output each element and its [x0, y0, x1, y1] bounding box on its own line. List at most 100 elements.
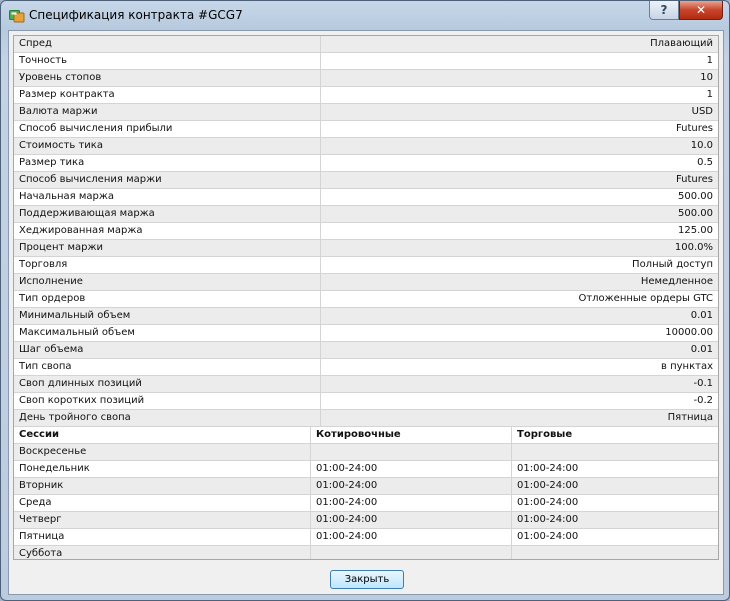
- spec-label: Способ вычисления прибыли: [14, 120, 321, 138]
- spec-value: 1: [320, 52, 718, 70]
- spec-row[interactable]: Минимальный объем 0.01: [14, 307, 718, 325]
- spec-row[interactable]: Торговля Полный доступ: [14, 256, 718, 274]
- spec-row[interactable]: Спред Плавающий: [14, 36, 718, 53]
- spec-row[interactable]: Уровень стопов 10: [14, 69, 718, 87]
- spec-value: Полный доступ: [320, 256, 718, 274]
- spec-value: 10000.00: [320, 324, 718, 342]
- spec-label: Размер тика: [14, 154, 321, 172]
- trade-session: 01:00-24:00: [511, 494, 718, 512]
- spec-value: 0.01: [320, 341, 718, 359]
- spec-value: 0.5: [320, 154, 718, 172]
- spec-label: Исполнение: [14, 273, 321, 291]
- spec-row[interactable]: Шаг объема 0.01: [14, 341, 718, 359]
- close-window-button[interactable]: ✕: [679, 1, 723, 20]
- spec-row[interactable]: Процент маржи 100.0%: [14, 239, 718, 257]
- session-day: Вторник: [14, 477, 311, 495]
- sessions-header-row: Сессии Котировочные Торговые: [14, 427, 718, 444]
- spec-value: 10.0: [320, 137, 718, 155]
- spec-row[interactable]: Способ вычисления маржи Futures: [14, 171, 718, 189]
- session-day: Понедельник: [14, 460, 311, 478]
- dialog-client: Спред Плавающий Точность 1 Уровень стопов 10 Р…: [8, 30, 724, 595]
- spec-label: Своп длинных позиций: [14, 375, 321, 393]
- spec-label: Спред: [14, 36, 321, 53]
- spec-value: Отложенные ордеры GTC: [320, 290, 718, 308]
- session-row[interactable]: Воскресенье: [14, 443, 718, 461]
- spec-value: 0.01: [320, 307, 718, 325]
- spec-label: Стоимость тика: [14, 137, 321, 155]
- spec-row[interactable]: Размер тика 0.5: [14, 154, 718, 172]
- spec-label: Способ вычисления маржи: [14, 171, 321, 189]
- spec-label: Торговля: [14, 256, 321, 274]
- spec-value: Пятница: [320, 409, 718, 427]
- quote-session: 01:00-24:00: [310, 528, 512, 546]
- spec-row[interactable]: Способ вычисления прибыли Futures: [14, 120, 718, 138]
- spec-value: 125.00: [320, 222, 718, 240]
- spec-label: Размер контракта: [14, 86, 321, 104]
- window-title: Спецификация контракта #GCG7: [29, 8, 243, 22]
- spec-row[interactable]: Максимальный объем 10000.00: [14, 324, 718, 342]
- spec-value: Немедленное: [320, 273, 718, 291]
- app-icon: [9, 10, 25, 23]
- close-button[interactable]: Закрыть: [330, 570, 404, 589]
- spec-row[interactable]: Поддерживающая маржа 500.00: [14, 205, 718, 223]
- session-day: Суббота: [14, 545, 311, 559]
- spec-label: Хеджированная маржа: [14, 222, 321, 240]
- trade-session: [511, 545, 718, 559]
- spec-row[interactable]: Точность 1: [14, 52, 718, 70]
- spec-row[interactable]: Исполнение Немедленное: [14, 273, 718, 291]
- quote-session: 01:00-24:00: [310, 494, 512, 512]
- quote-sessions-header: Котировочные: [310, 427, 512, 444]
- spec-label: Тип свопа: [14, 358, 321, 376]
- spec-value: Плавающий: [320, 36, 718, 53]
- spec-row[interactable]: Своп длинных позиций -0.1: [14, 375, 718, 393]
- trade-session: 01:00-24:00: [511, 477, 718, 495]
- help-button[interactable]: ?: [649, 1, 679, 20]
- contract-spec-window: Спецификация контракта #GCG7 ? ✕ Спред Пл…: [0, 0, 730, 601]
- title-bar[interactable]: Спецификация контракта #GCG7 ? ✕: [1, 1, 729, 29]
- spec-row[interactable]: Хеджированная маржа 125.00: [14, 222, 718, 240]
- quote-session: 01:00-24:00: [310, 477, 512, 495]
- session-row[interactable]: Четверг 01:00-24:00 01:00-24:00: [14, 511, 718, 529]
- spec-value: Futures: [320, 120, 718, 138]
- spec-label: Минимальный объем: [14, 307, 321, 325]
- spec-row[interactable]: Стоимость тика 10.0: [14, 137, 718, 155]
- spec-value: 100.0%: [320, 239, 718, 257]
- spec-label: Начальная маржа: [14, 188, 321, 206]
- spec-value: USD: [320, 103, 718, 121]
- quote-session: [310, 545, 512, 559]
- session-row[interactable]: Среда 01:00-24:00 01:00-24:00: [14, 494, 718, 512]
- sessions-table: Сессии Котировочные Торговые Воскресенье…: [14, 427, 718, 559]
- spec-label: Шаг объема: [14, 341, 321, 359]
- session-row[interactable]: Вторник 01:00-24:00 01:00-24:00: [14, 477, 718, 495]
- spec-row[interactable]: Тип свопа в пунктах: [14, 358, 718, 376]
- trade-session: 01:00-24:00: [511, 460, 718, 478]
- spec-label: Процент маржи: [14, 239, 321, 257]
- help-icon: ?: [660, 3, 668, 17]
- spec-row[interactable]: Размер контракта 1: [14, 86, 718, 104]
- spec-row[interactable]: Начальная маржа 500.00: [14, 188, 718, 206]
- trade-sessions-header: Торговые: [511, 427, 718, 444]
- spec-row[interactable]: Своп коротких позиций -0.2: [14, 392, 718, 410]
- quote-session: 01:00-24:00: [310, 460, 512, 478]
- spec-row[interactable]: Валюта маржи USD: [14, 103, 718, 121]
- close-icon: ✕: [695, 3, 707, 17]
- spec-grid[interactable]: Спред Плавающий Точность 1 Уровень стопов 10 Р…: [13, 35, 719, 560]
- caption-buttons: ? ✕: [649, 1, 723, 21]
- quote-session: [310, 443, 512, 461]
- session-day: Четверг: [14, 511, 311, 529]
- session-row[interactable]: Пятница 01:00-24:00 01:00-24:00: [14, 528, 718, 546]
- session-row[interactable]: Суббота: [14, 545, 718, 559]
- session-day: Среда: [14, 494, 311, 512]
- spec-label: Поддерживающая маржа: [14, 205, 321, 223]
- spec-value: 1: [320, 86, 718, 104]
- spec-row[interactable]: День тройного свопа Пятница: [14, 409, 718, 427]
- quote-session: 01:00-24:00: [310, 511, 512, 529]
- spec-label: Уровень стопов: [14, 69, 321, 87]
- spec-label: Валюта маржи: [14, 103, 321, 121]
- session-row[interactable]: Понедельник 01:00-24:00 01:00-24:00: [14, 460, 718, 478]
- trade-session: 01:00-24:00: [511, 528, 718, 546]
- spec-row[interactable]: Тип ордеров Отложенные ордеры GTC: [14, 290, 718, 308]
- spec-value: -0.2: [320, 392, 718, 410]
- spec-table: Спред Плавающий Точность 1 Уровень стопов 10 Р…: [14, 36, 718, 427]
- sessions-header: Сессии: [14, 427, 311, 444]
